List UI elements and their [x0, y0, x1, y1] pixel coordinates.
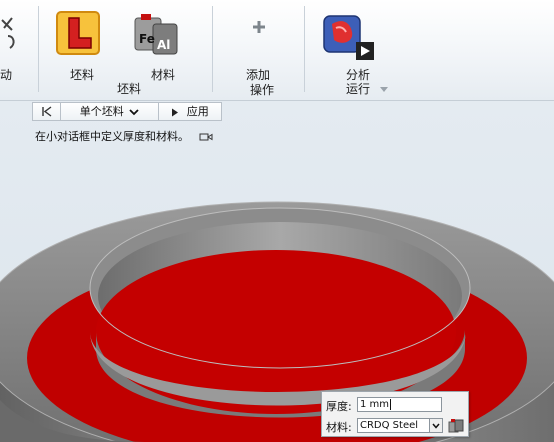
thickness-value: 1 mm: [360, 399, 390, 410]
run-group-label: 运行: [346, 82, 371, 96]
chevron-down-icon: [432, 423, 440, 429]
material-library-icon[interactable]: [447, 418, 465, 434]
blank-mode-dropdown[interactable]: 单个坯料: [61, 103, 159, 120]
partial-tool-label: 动: [0, 68, 13, 82]
plus-icon: [253, 21, 265, 33]
chevron-down-icon: [129, 109, 139, 116]
apply-label: 应用: [186, 105, 209, 118]
part-model[interactable]: [0, 100, 554, 442]
play-icon: [172, 108, 179, 116]
thickness-input[interactable]: 1 mm: [357, 397, 442, 412]
blank-mode-label: 单个坯料: [79, 105, 124, 118]
blank-label: 坯料: [70, 68, 95, 82]
analyze-label: 分析: [346, 68, 371, 82]
material-icon-al: Al: [157, 38, 171, 52]
material-label: 材料: [151, 68, 176, 82]
material-select-arrow[interactable]: [429, 419, 442, 432]
blank-button[interactable]: 坯料: [50, 6, 110, 84]
material-field-label: 材料:: [326, 421, 352, 434]
partial-tool-icon[interactable]: [0, 14, 22, 54]
blank-inner: [96, 250, 456, 414]
ribbon-separator: [304, 6, 305, 92]
blank-icon: [56, 11, 100, 55]
apply-button[interactable]: 应用: [159, 103, 221, 120]
mini-dialog: 厚度: 1 mm 材料: CRDQ Steel: [321, 391, 469, 437]
run-dropdown-arrow-icon[interactable]: [380, 87, 388, 92]
thickness-label: 厚度:: [326, 400, 352, 413]
material-value: CRDQ Steel: [360, 420, 419, 431]
hint-message: 在小对话框中定义厚度和材料。: [35, 130, 189, 143]
graphics-viewport[interactable]: [0, 100, 554, 442]
add-operation-button[interactable]: 添加 操作: [238, 14, 286, 97]
material-select[interactable]: CRDQ Steel: [357, 418, 443, 433]
context-toolbar: 单个坯料 应用: [32, 102, 222, 121]
ribbon-separator: [212, 6, 213, 92]
ribbon-separator: [38, 6, 39, 92]
ribbon: 动 坯料 Fe Al 材料 坯料 添加 操作 分析 运行: [0, 0, 554, 101]
add-label-1: 添加: [246, 68, 271, 82]
skip-first-icon: [42, 106, 52, 117]
material-icon-fe: Fe: [139, 32, 155, 46]
hint-text: 在小对话框中定义厚度和材料。: [35, 128, 213, 144]
first-button[interactable]: [33, 103, 61, 120]
video-camera-icon[interactable]: [199, 132, 213, 142]
text-caret: [390, 399, 392, 410]
add-label-2: 操作: [250, 83, 275, 97]
blank-group-label: 坯料: [117, 82, 142, 96]
analyze-icon: [323, 15, 374, 60]
material-button[interactable]: Fe Al 材料: [125, 6, 185, 84]
